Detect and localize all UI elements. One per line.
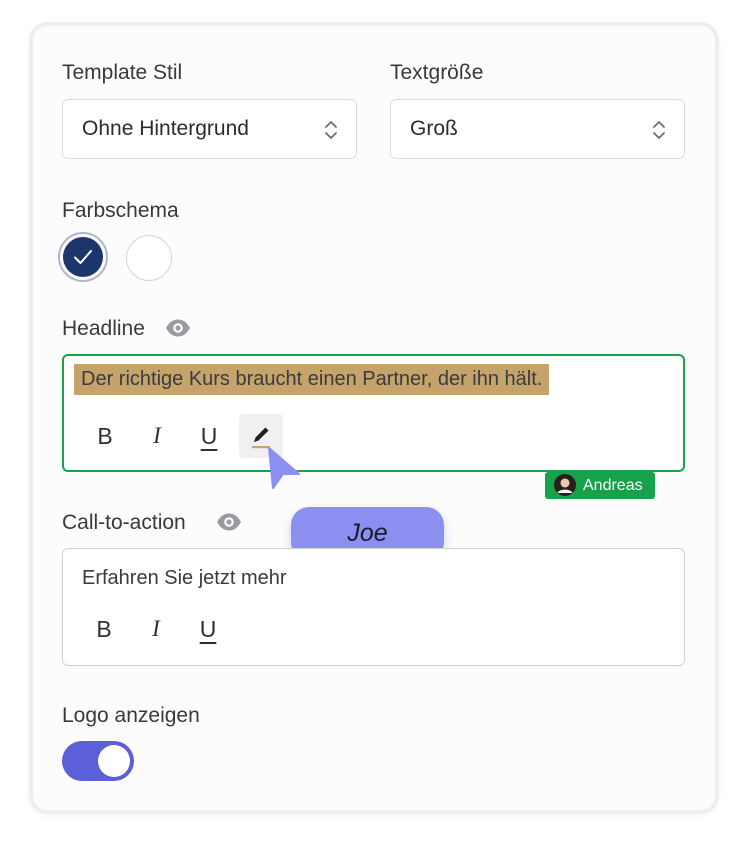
chevron-updown-icon: [653, 121, 665, 139]
cta-label: Call-to-action: [62, 511, 186, 534]
logo-toggle[interactable]: [62, 741, 134, 781]
color-swatch-white[interactable]: [126, 235, 172, 281]
toggle-knob: [98, 745, 130, 777]
collaborator-tag: Andreas: [545, 472, 655, 499]
cursor-arrow-icon: [268, 447, 300, 489]
headline-text-container: Der richtige Kurs braucht einen Partner,…: [74, 364, 550, 395]
underline-button[interactable]: U: [187, 414, 231, 458]
template-style-select[interactable]: Ohne Hintergrund: [62, 99, 357, 159]
headline-editor[interactable]: Der richtige Kurs braucht einen Partner,…: [62, 354, 685, 472]
settings-panel: Template Stil Ohne Hintergrund Textgröße…: [33, 26, 715, 810]
cta-editor[interactable]: Erfahren Sie jetzt mehr B I U: [62, 548, 685, 666]
logo-label: Logo anzeigen: [62, 704, 200, 727]
headline-label: Headline: [62, 317, 145, 340]
bold-button[interactable]: B: [83, 414, 127, 458]
avatar: [554, 474, 576, 496]
text-size-label: Textgröße: [390, 61, 484, 84]
color-scheme-label: Farbschema: [62, 199, 179, 222]
checkmark-icon: [74, 250, 92, 264]
swatch-fill-navy: [63, 237, 103, 277]
underline-button[interactable]: U: [186, 607, 230, 651]
italic-button[interactable]: I: [135, 414, 179, 458]
color-swatch-navy[interactable]: [58, 232, 108, 282]
eye-icon[interactable]: [216, 512, 242, 532]
eye-icon[interactable]: [165, 318, 191, 338]
cta-text[interactable]: Erfahren Sie jetzt mehr: [82, 567, 287, 590]
template-style-label: Template Stil: [62, 61, 183, 84]
text-size-select[interactable]: Groß: [390, 99, 685, 159]
bold-button[interactable]: B: [82, 607, 126, 651]
text-size-value: Groß: [410, 117, 458, 140]
italic-button[interactable]: I: [134, 607, 178, 651]
template-style-value: Ohne Hintergrund: [82, 117, 249, 140]
headline-text[interactable]: Der richtige Kurs braucht einen Partner,…: [74, 364, 550, 395]
chevron-updown-icon: [325, 121, 337, 139]
collaborator-name: Andreas: [583, 477, 643, 494]
